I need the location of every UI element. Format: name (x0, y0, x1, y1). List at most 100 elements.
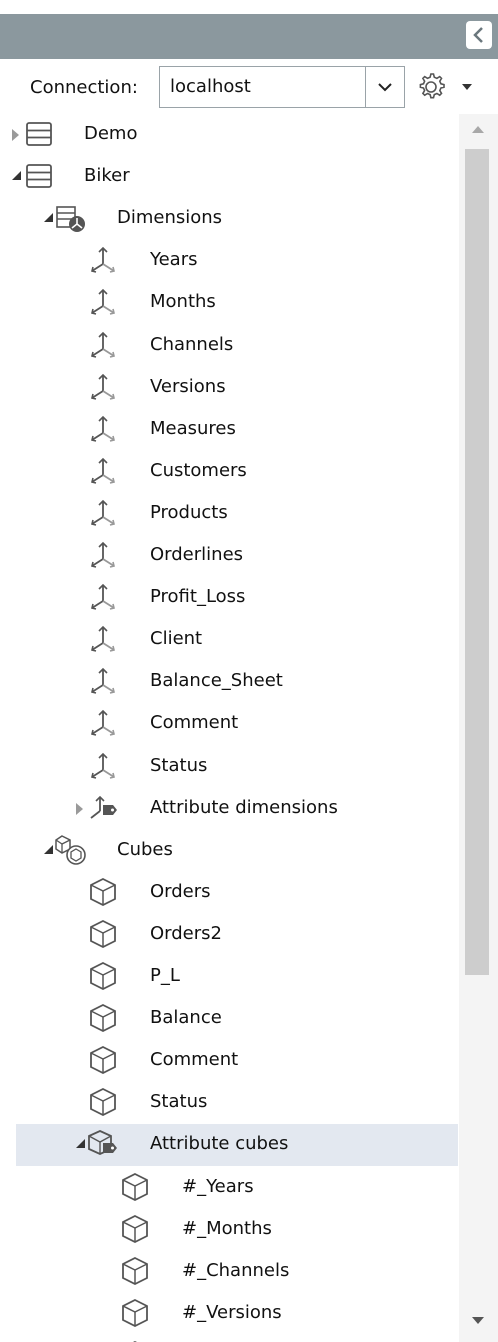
connection-value: localhost (170, 76, 251, 97)
tree-item-label: Profit_Loss (150, 586, 246, 608)
dimension-icon (91, 752, 115, 779)
tree-item-profit-loss[interactable]: Profit_Loss (16, 577, 458, 619)
tree-item-orders2[interactable]: Orders2 (16, 914, 458, 956)
panel-header (0, 14, 498, 59)
tree-item-label: Cubes (117, 838, 173, 860)
scroll-up-arrow[interactable] (472, 126, 484, 133)
scroll-down-arrow[interactable] (472, 1317, 484, 1324)
tree-item-products[interactable]: Products (16, 493, 458, 535)
tree-item-orderlines[interactable]: Orderlines (16, 535, 458, 577)
cube-icon (122, 1298, 148, 1327)
collapse-arrow-icon[interactable] (12, 171, 21, 181)
dimension-icon (91, 457, 115, 484)
cube-icon (90, 961, 116, 991)
settings-dropdown-arrow[interactable] (462, 84, 472, 90)
tree-item-partial[interactable] (16, 1335, 458, 1342)
tree-item-orders[interactable]: Orders (16, 872, 458, 914)
tree-item-label: Orders (150, 880, 211, 902)
tree-item-label: Balance_Sheet (150, 670, 283, 692)
dimension-icon (91, 331, 115, 358)
dimension-icon (91, 289, 115, 316)
tree-item-label: Orders2 (150, 922, 222, 944)
expand-arrow-icon[interactable] (12, 129, 19, 141)
tree-item-status[interactable]: Status (16, 1082, 458, 1124)
tree-item-channels[interactable]: #_Channels (16, 1251, 458, 1293)
tree-item-label: Attribute dimensions (150, 796, 338, 818)
tree-item-label: Products (150, 501, 228, 523)
database-icon (26, 164, 52, 188)
vertical-scrollbar[interactable] (459, 114, 498, 1342)
gear-icon[interactable] (414, 70, 448, 104)
tree-item-label: P_L (150, 965, 180, 986)
cube-icon (90, 919, 116, 948)
cube-icon (90, 877, 116, 906)
scrollbar-thumb[interactable] (465, 149, 489, 975)
tree-item-p-l[interactable]: P_L (16, 956, 458, 998)
database-icon (26, 122, 52, 146)
tree-item-measures[interactable]: Measures (16, 409, 458, 451)
cubes-folder-icon (55, 834, 86, 865)
dimension-icon (91, 415, 115, 442)
collapse-arrow-icon[interactable] (76, 1139, 85, 1149)
tree-item-client[interactable]: Client (16, 619, 458, 661)
tree-item-label: #_Channels (182, 1259, 290, 1281)
tree-item-label: Years (150, 249, 198, 271)
dimension-icon (91, 373, 115, 400)
chevron-down-icon (378, 83, 392, 92)
connection-label: Connection: (30, 77, 138, 98)
tree-item-label: #_Years (182, 1175, 254, 1197)
tree-item-label: Balance (150, 1007, 222, 1029)
tree-item-label: Demo (84, 123, 138, 144)
tree-item-months[interactable]: #_Months (16, 1209, 458, 1251)
cube-icon (90, 1088, 116, 1117)
tree-item-demo[interactable]: Demo (12, 114, 458, 156)
tree-item-versions[interactable]: #_Versions (16, 1293, 458, 1335)
tree-item-months[interactable]: Months (16, 282, 458, 324)
tree-item-label: Comment (150, 1049, 239, 1071)
collapse-arrow-icon[interactable] (44, 844, 53, 854)
tree-item-dimensions[interactable]: Dimensions (16, 198, 458, 240)
tree-item-label: Comment (150, 712, 239, 734)
cube-icon (132, 1340, 138, 1342)
tree-item-label: Client (150, 628, 203, 650)
tree-item-label: Status (150, 1091, 208, 1113)
attribute-dimensions-icon (90, 795, 117, 819)
dimensions-folder-icon (56, 206, 85, 233)
connection-select[interactable]: localhost (159, 66, 405, 108)
tree-item-attribute-dimensions[interactable]: Attribute dimensions (16, 788, 458, 830)
tree-item-biker[interactable]: Biker (12, 156, 458, 198)
collapse-arrow-icon[interactable] (44, 213, 53, 223)
attribute-cubes-icon (88, 1130, 117, 1156)
tree-item-versions[interactable]: Versions (16, 367, 458, 409)
cube-icon (122, 1172, 148, 1201)
cube-icon (90, 1004, 116, 1033)
tree-item-comment[interactable]: Comment (16, 703, 458, 745)
tree-item-label: Versions (150, 375, 226, 397)
tree-item-customers[interactable]: Customers (16, 451, 458, 493)
dimension-icon (91, 499, 115, 526)
tree-item-years[interactable]: Years (16, 240, 458, 282)
tree-item-balance[interactable]: Balance (16, 998, 458, 1040)
tree-item-channels[interactable]: Channels (16, 325, 458, 367)
cube-icon (90, 1046, 116, 1075)
tree-item-label: #_Months (182, 1217, 272, 1239)
connection-dropdown-button[interactable] (365, 67, 404, 107)
tree-item-attribute-cubes[interactable]: Attribute cubes (16, 1124, 458, 1167)
tree-item-years[interactable]: #_Years (16, 1167, 458, 1209)
dimension-icon (91, 541, 115, 568)
tree-item-label: Channels (150, 333, 234, 355)
tree-item-label: Attribute cubes (150, 1133, 289, 1155)
tree-item-label: Dimensions (117, 207, 223, 229)
tree-item-status[interactable]: Status (16, 746, 458, 788)
database-tree: Demo Biker Dimensions Years Months Channels Ve… (0, 114, 458, 1342)
dimension-icon (91, 583, 115, 610)
tree-item-label: Orderlines (150, 544, 244, 565)
tree-item-label: #_Versions (182, 1301, 282, 1323)
tree-item-cubes[interactable]: Cubes (16, 830, 458, 872)
collapse-panel-button[interactable] (466, 21, 492, 49)
expand-arrow-icon[interactable] (76, 802, 83, 815)
tree-item-label: Customers (150, 459, 247, 481)
tree-item-comment[interactable]: Comment (16, 1040, 458, 1082)
chevron-left-icon (473, 27, 483, 43)
tree-item-balance-sheet[interactable]: Balance_Sheet (16, 661, 458, 703)
